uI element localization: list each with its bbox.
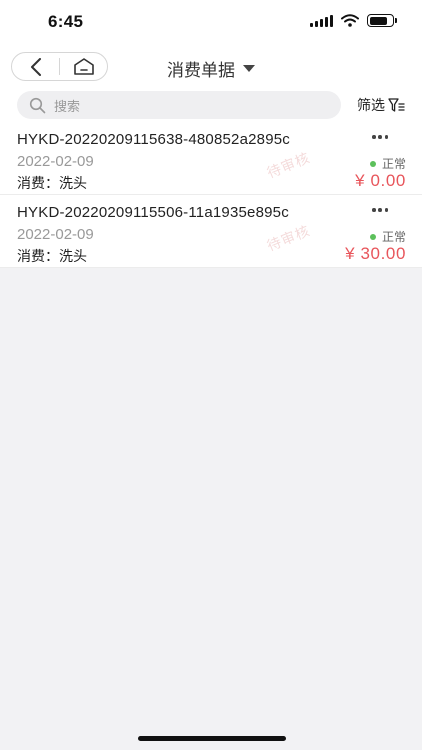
battery-icon (367, 14, 397, 27)
search-placeholder: 搜索 (54, 98, 81, 114)
more-dot-icon (372, 135, 376, 139)
list-item[interactable]: HYKD-20220209115506-11a1935e895c 2022-02… (0, 195, 422, 268)
order-amount: ¥ 0.00 (355, 171, 406, 190)
status-text: 正常 (381, 230, 406, 244)
more-dot-icon (384, 208, 388, 212)
status-badge: 正常 (369, 228, 406, 245)
order-id: HYKD-20220209115638-480852a2895c (17, 131, 291, 148)
home-indicator[interactable] (138, 736, 286, 741)
more-dot-icon (384, 135, 388, 139)
wifi-icon (341, 14, 359, 27)
status-bar: 6:45 (0, 0, 422, 46)
status-icons (310, 14, 397, 27)
record-list: HYKD-20220209115638-480852a2895c 2022-02… (0, 122, 422, 268)
navigation-bar: 消费单据 (0, 46, 422, 88)
order-description: 消费：洗头 (17, 175, 87, 191)
page-title-dropdown[interactable]: 消费单据 (0, 56, 422, 81)
order-amount: ¥ 30.00 (345, 244, 406, 263)
status-dot-icon (369, 233, 376, 240)
order-description: 消费：洗头 (17, 248, 87, 264)
more-options-button[interactable] (372, 133, 388, 141)
filter-label: 筛选 (357, 97, 385, 113)
status-text: 正常 (381, 157, 406, 171)
pending-review-stamp: 待审核 (264, 222, 313, 254)
search-row: 搜索 筛选 (0, 88, 422, 122)
order-date: 2022-02-09 (17, 226, 94, 243)
order-date: 2022-02-09 (17, 153, 94, 170)
list-item[interactable]: HYKD-20220209115638-480852a2895c 2022-02… (0, 122, 422, 195)
search-icon (29, 97, 46, 113)
more-dot-icon (372, 208, 376, 212)
more-options-button[interactable] (372, 206, 388, 214)
search-input[interactable]: 搜索 (17, 91, 341, 119)
pending-review-stamp: 待审核 (264, 149, 313, 181)
filter-icon (388, 98, 405, 112)
caret-down-icon (243, 65, 255, 72)
cellular-signal-icon (310, 14, 333, 27)
page-title: 消费单据 (167, 61, 235, 80)
status-badge: 正常 (369, 155, 406, 172)
status-dot-icon (369, 160, 376, 167)
more-dot-icon (378, 135, 382, 139)
order-id: HYKD-20220209115506-11a1935e895c (17, 204, 289, 221)
more-dot-icon (378, 208, 382, 212)
status-time: 6:45 (48, 12, 84, 31)
filter-button[interactable]: 筛选 (357, 95, 405, 115)
